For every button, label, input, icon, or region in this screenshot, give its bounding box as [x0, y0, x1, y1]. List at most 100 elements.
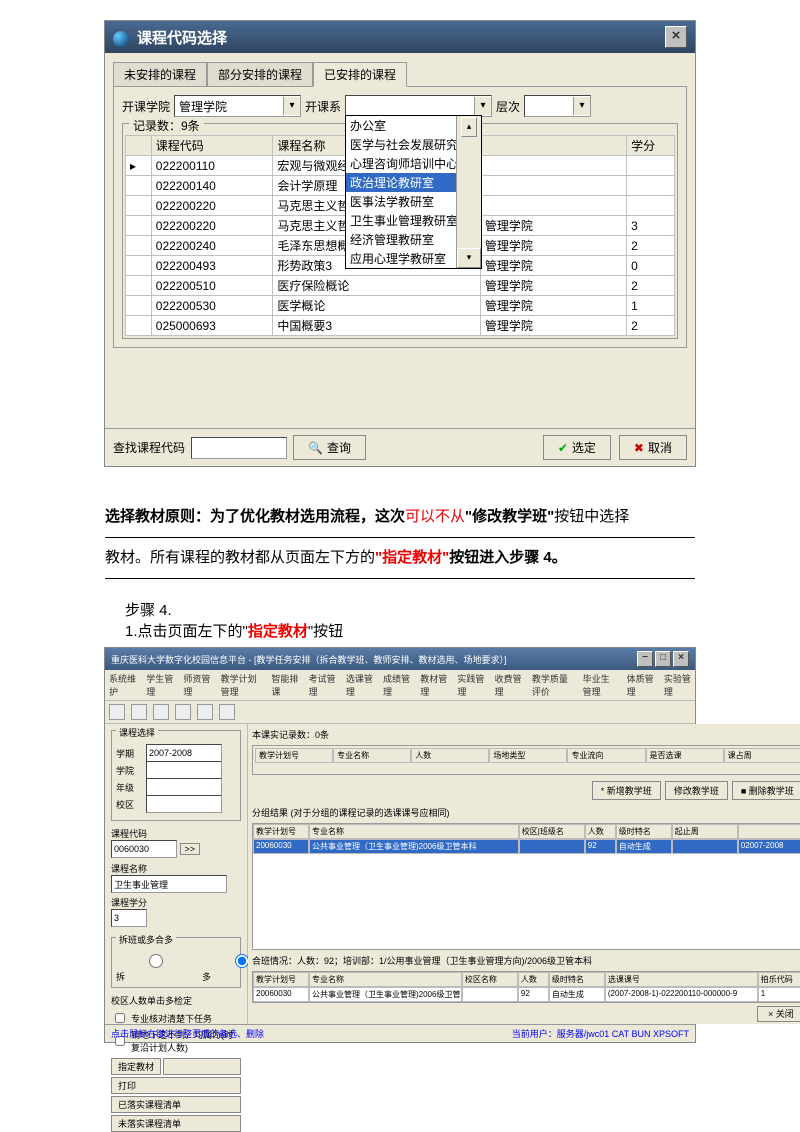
app-title: 重庆医科大学数字化校园信息平台 - [教学任务安排（拆合教学班、教师安排、教材选… — [111, 653, 507, 666]
dept-label: 开课系 — [305, 98, 341, 115]
menu-item[interactable]: 师资管理 — [183, 672, 210, 698]
tab-unscheduled[interactable]: 未安排的课程 — [113, 62, 207, 87]
search-icon: 🔍 — [308, 441, 323, 455]
menu-item[interactable]: 毕业生管理 — [583, 672, 617, 698]
menu-item[interactable]: 学生管理 — [146, 672, 173, 698]
tab-partial[interactable]: 部分安排的课程 — [207, 62, 313, 87]
tool-icon[interactable] — [219, 704, 235, 720]
close-icon[interactable]: × — [673, 651, 689, 667]
middle-grid: 教学计划号专业名称校区|班级名人数级时特名起止周 20060030公共事业管理（… — [252, 823, 800, 950]
table-row[interactable]: 20060030公共事业管理（卫生事业管理)2006级卫管本科92自动生成(20… — [253, 987, 800, 1002]
campus-input[interactable] — [146, 795, 222, 813]
menubar: 系统维护 学生管理 师资管理 教学计划管理 智能排课 考试管理 选课管理 成绩管… — [105, 670, 695, 701]
status-right: 当前用户：服务器/jwc01 CAT BUN XPSOFT — [512, 1027, 689, 1040]
name-input[interactable] — [111, 875, 227, 893]
menu-item[interactable]: 系统维护 — [109, 672, 136, 698]
dialog-title: 课程代码选择 — [137, 30, 227, 47]
task-button[interactable] — [163, 1058, 241, 1075]
split-radio[interactable] — [121, 954, 191, 968]
toolbar — [105, 701, 695, 724]
select-button[interactable]: ✔选定 — [543, 435, 611, 460]
chk-major[interactable] — [115, 1013, 125, 1023]
search-label: 查找课程代码 — [113, 439, 185, 456]
summary-label: 合班情况：人数：92；培训部：1/公用事业管理（卫生事业管理方向)/2006级卫… — [252, 954, 800, 967]
maximize-icon[interactable]: □ — [655, 651, 671, 667]
split-label: 分组结果 (对于分组的课程记录的选课课号应相同) — [252, 806, 800, 819]
menu-item[interactable]: 教学质量评价 — [532, 672, 573, 698]
dialog-footer: 查找课程代码 🔍查询 ✔选定 ✖取消 — [105, 428, 695, 466]
menu-item[interactable]: 智能排课 — [271, 672, 298, 698]
go-button[interactable]: >> — [180, 843, 201, 855]
tabs: 未安排的课程 部分安排的课程 已安排的课程 — [105, 53, 695, 86]
minimize-icon[interactable]: − — [637, 651, 653, 667]
modify-class-button[interactable]: 修改教学班 — [665, 781, 728, 800]
top-grid: 教学计划号专业名称人数场地类型专业流向是否选课课占周 — [252, 745, 800, 775]
statusbar: 点击鼠标右键进行整页质的备选、删除 当前用户：服务器/jwc01 CAT BUN… — [105, 1024, 695, 1042]
table-row[interactable]: 20060030公共事业管理（卫生事业管理)2006级卫管本科92自动生成020… — [253, 839, 800, 854]
delete-class-button[interactable]: ■ 删除教学班 — [732, 781, 800, 800]
menu-item[interactable]: 收费管理 — [495, 672, 522, 698]
col-code[interactable]: 课程代码 — [151, 136, 273, 156]
check-icon: ✔ — [558, 441, 568, 455]
globe-icon — [113, 31, 129, 47]
college-input[interactable] — [146, 761, 222, 779]
done-list-button[interactable]: 已落实课程清单 — [111, 1096, 241, 1113]
table-row[interactable]: 025000693中国概要3管理学院2 — [126, 316, 675, 336]
assign-textbook-button[interactable]: 指定教材 — [111, 1058, 161, 1075]
close-button[interactable]: × 关闭 — [757, 1006, 800, 1022]
menu-item[interactable]: 教材管理 — [420, 672, 447, 698]
titlebar: 重庆医科大学数字化校园信息平台 - [教学任务安排（拆合教学班、教师安排、教材选… — [105, 648, 695, 670]
right-panel: 本课实记录数：0条 教学计划号专业名称人数场地类型专业流向是否选课课占周 * 新… — [248, 724, 800, 1024]
menu-item[interactable]: 实验管理 — [664, 672, 691, 698]
menu-item[interactable]: 选课管理 — [346, 672, 373, 698]
dept-select[interactable]: ▾ — [345, 95, 492, 117]
records-count: 记录数：9条 — [129, 117, 204, 134]
tool-icon[interactable] — [131, 704, 147, 720]
menu-item[interactable]: 考试管理 — [309, 672, 336, 698]
menu-item[interactable]: 体质管理 — [627, 672, 654, 698]
table-row[interactable]: 022200510医疗保险概论管理学院2 — [126, 276, 675, 296]
code-input[interactable] — [111, 840, 177, 858]
col-credit[interactable]: 学分 — [627, 136, 675, 156]
tool-icon[interactable] — [175, 704, 191, 720]
undone-list-button[interactable]: 未落实课程清单 — [111, 1115, 241, 1132]
status-left: 点击鼠标右键进行整页质的备选、删除 — [111, 1027, 264, 1040]
menu-item[interactable]: 成绩管理 — [383, 672, 410, 698]
search-button[interactable]: 🔍查询 — [293, 435, 366, 460]
table-row[interactable]: 022200530医学概论管理学院1 — [126, 296, 675, 316]
main-app-window: 重庆医科大学数字化校园信息平台 - [教学任务安排（拆合教学班、教师安排、教材选… — [104, 647, 696, 1043]
add-class-button[interactable]: * 新增教学班 — [592, 781, 661, 800]
instruction-paragraph: 选择教材原则：为了优化教材选用流程，这次可以不从"修改教学班"按钮中选择 教材。… — [105, 497, 695, 579]
college-select[interactable]: ▾ — [174, 95, 301, 117]
step-text: 步骤 4. 1.点击页面左下的"指定教材"按钮 — [85, 599, 715, 641]
college-label: 开课学院 — [122, 98, 170, 115]
tab-scheduled[interactable]: 已安排的课程 — [313, 62, 407, 87]
titlebar: 课程代码选择 × — [105, 21, 695, 53]
tool-icon[interactable] — [153, 704, 169, 720]
level-select[interactable]: ▾ — [524, 95, 591, 117]
tool-icon[interactable] — [197, 704, 213, 720]
search-input[interactable] — [191, 437, 287, 459]
level-label: 层次 — [496, 98, 520, 115]
print-button[interactable]: 打印 — [111, 1077, 241, 1094]
chevron-down-icon[interactable]: ▾ — [474, 97, 491, 115]
term-select[interactable] — [146, 744, 222, 762]
scrollbar[interactable]: ▴▾ — [456, 116, 481, 268]
course-code-dialog: 课程代码选择 × 未安排的课程 部分安排的课程 已安排的课程 开课学院 ▾ 开课… — [104, 20, 696, 467]
credit-input[interactable] — [111, 909, 147, 927]
record-count: 本课实记录数：0条 — [252, 728, 800, 741]
col-dept[interactable] — [480, 136, 626, 156]
chevron-down-icon[interactable]: ▾ — [283, 97, 300, 115]
cancel-button[interactable]: ✖取消 — [619, 435, 687, 460]
dept-dropdown: 办公室 医学与社会发展研究中心 心理咨询师培训中心 政治理论教研室 医事法学教研… — [345, 115, 482, 269]
tool-icon[interactable] — [109, 704, 125, 720]
menu-item[interactable]: 实践管理 — [457, 672, 484, 698]
left-panel: 课程选择 学期 学院 年级 校区 课程代码 >> 课程名称 课程学分 拆班或多合… — [105, 724, 248, 1024]
menu-item[interactable]: 教学计划管理 — [221, 672, 262, 698]
close-icon[interactable]: × — [665, 26, 687, 48]
filter-panel: 开课学院 ▾ 开课系 ▾ 办公室 医学与社会发展研究中心 心理咨询师培训中心 政… — [113, 86, 687, 348]
bottom-grid: 教学计划号专业名称校区名称人数级时特名选课课号拍乐代码 20060030公共事业… — [252, 971, 800, 1003]
x-icon: ✖ — [634, 441, 644, 455]
grade-input[interactable] — [146, 778, 222, 796]
chevron-down-icon[interactable]: ▾ — [573, 97, 590, 115]
